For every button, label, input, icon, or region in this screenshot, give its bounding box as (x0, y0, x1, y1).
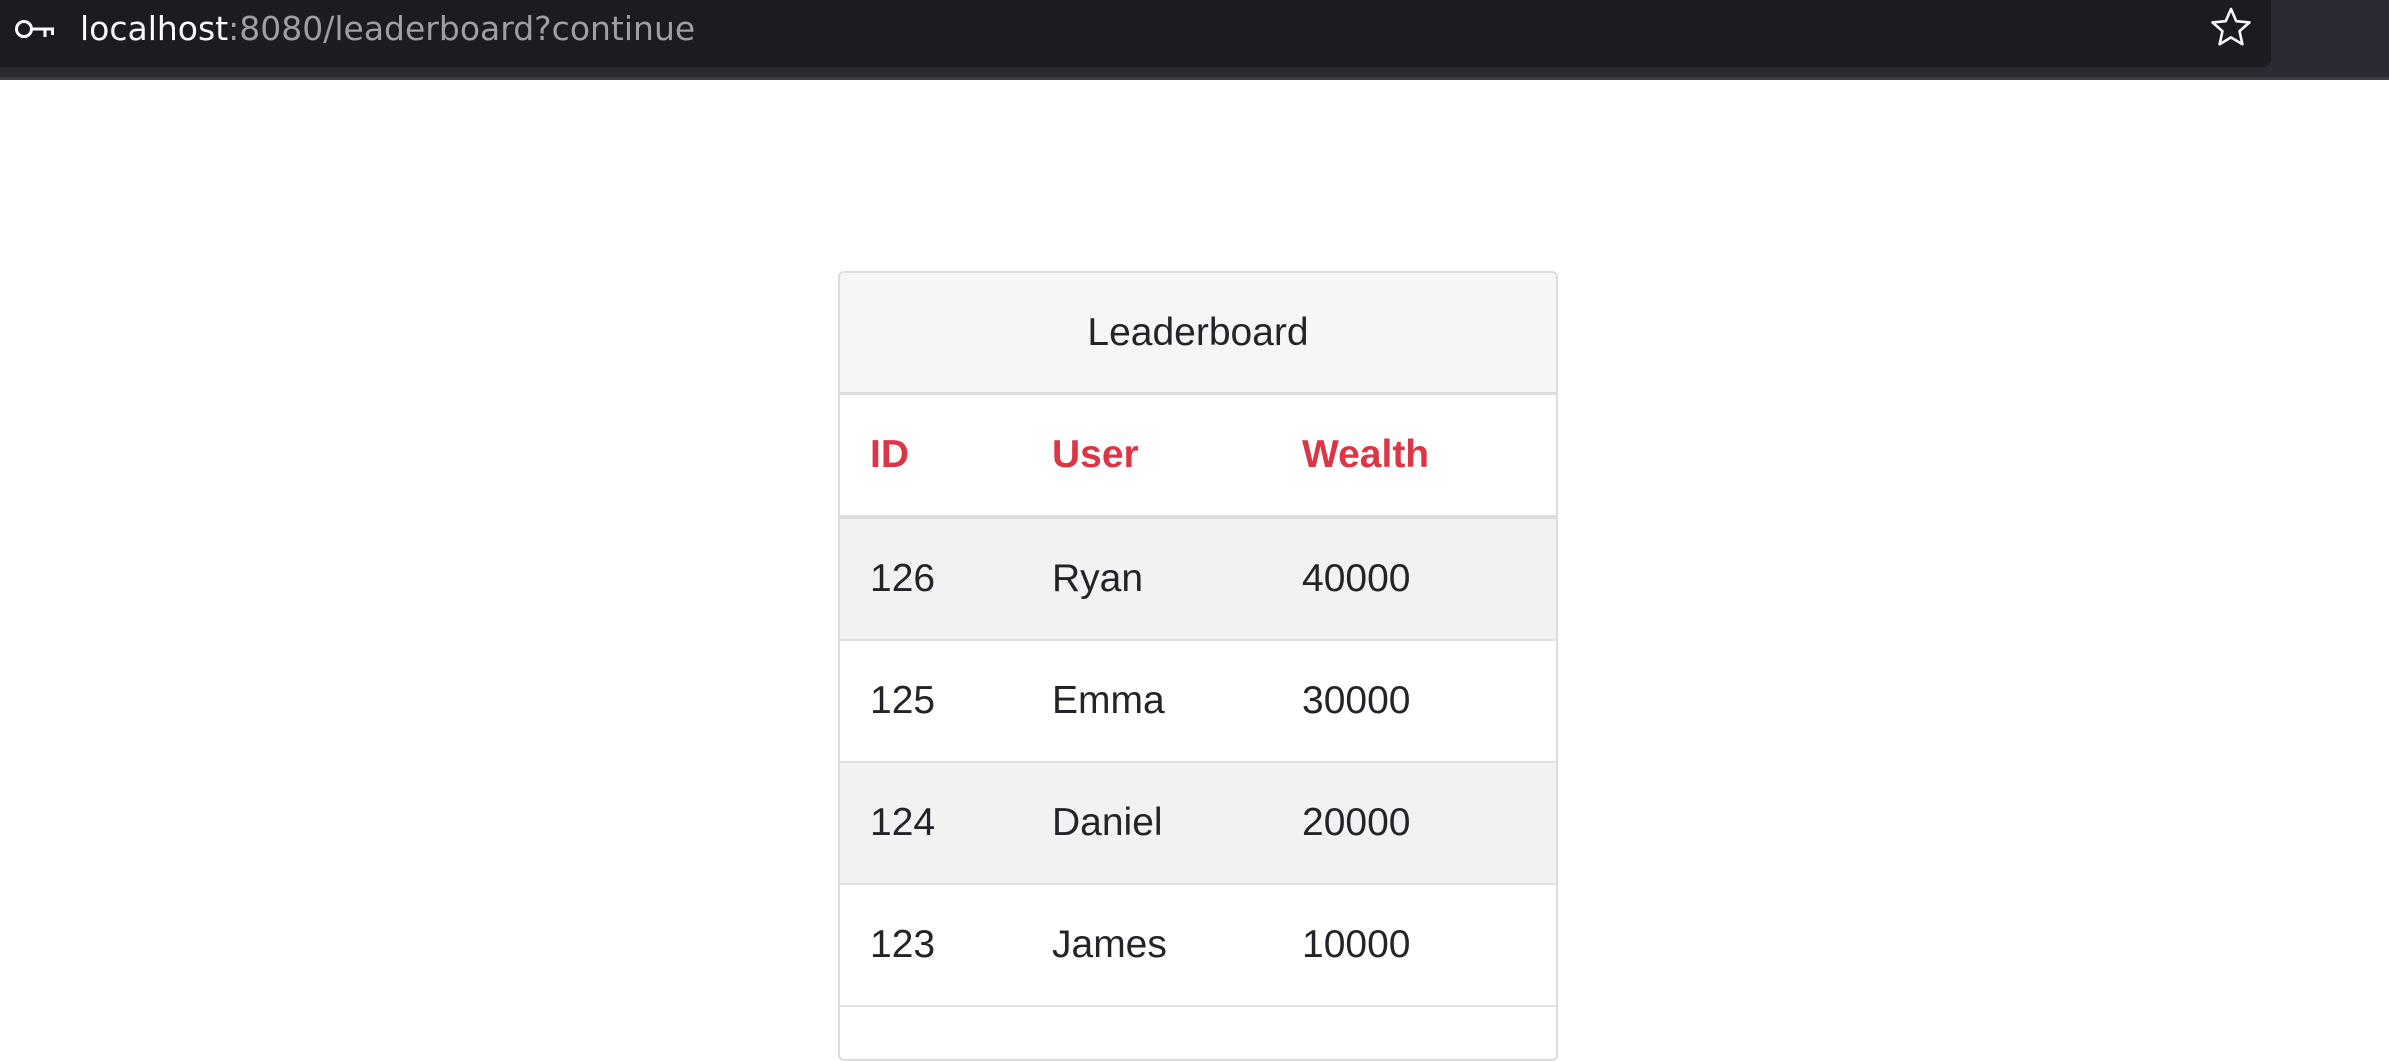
url-path: :8080/leaderboard?continue (228, 9, 696, 48)
cell-wealth: 20000 (1302, 801, 1411, 844)
key-icon[interactable] (14, 14, 58, 44)
table-row: 125 Emma 30000 (840, 641, 1556, 763)
cell-wealth: 10000 (1302, 923, 1411, 966)
url-text[interactable]: localhost:8080/leaderboard?continue (80, 8, 695, 50)
cell-id: 124 (870, 801, 936, 844)
table-row: 126 Ryan 40000 (840, 519, 1556, 641)
toolbar-divider (0, 77, 2389, 80)
column-header-user: User (1052, 433, 1139, 476)
cell-id: 126 (870, 557, 936, 600)
cell-user: Emma (1052, 679, 1165, 722)
table-row: 124 Daniel 20000 (840, 763, 1556, 885)
cell-id: 125 (870, 679, 936, 722)
address-bar[interactable]: localhost:8080/leaderboard?continue (0, 0, 2271, 67)
browser-toolbar: localhost:8080/leaderboard?continue (0, 0, 2389, 80)
cell-user: James (1052, 923, 1167, 966)
column-header-wealth: Wealth (1302, 433, 1430, 476)
column-header-id: ID (870, 433, 909, 476)
leaderboard-title: Leaderboard (840, 273, 1556, 395)
cell-wealth: 40000 (1302, 557, 1411, 600)
cell-user: Daniel (1052, 801, 1163, 844)
cell-user: Ryan (1052, 557, 1144, 600)
cell-id: 123 (870, 923, 936, 966)
cell-wealth: 30000 (1302, 679, 1411, 722)
table-row: 123 James 10000 (840, 885, 1556, 1007)
bookmark-star-icon[interactable] (2209, 5, 2253, 49)
url-host: localhost (80, 9, 229, 48)
table-header-row: ID User Wealth (840, 395, 1556, 519)
leaderboard-card: Leaderboard ID User Wealth 126 Ryan 4000… (838, 271, 1558, 1061)
